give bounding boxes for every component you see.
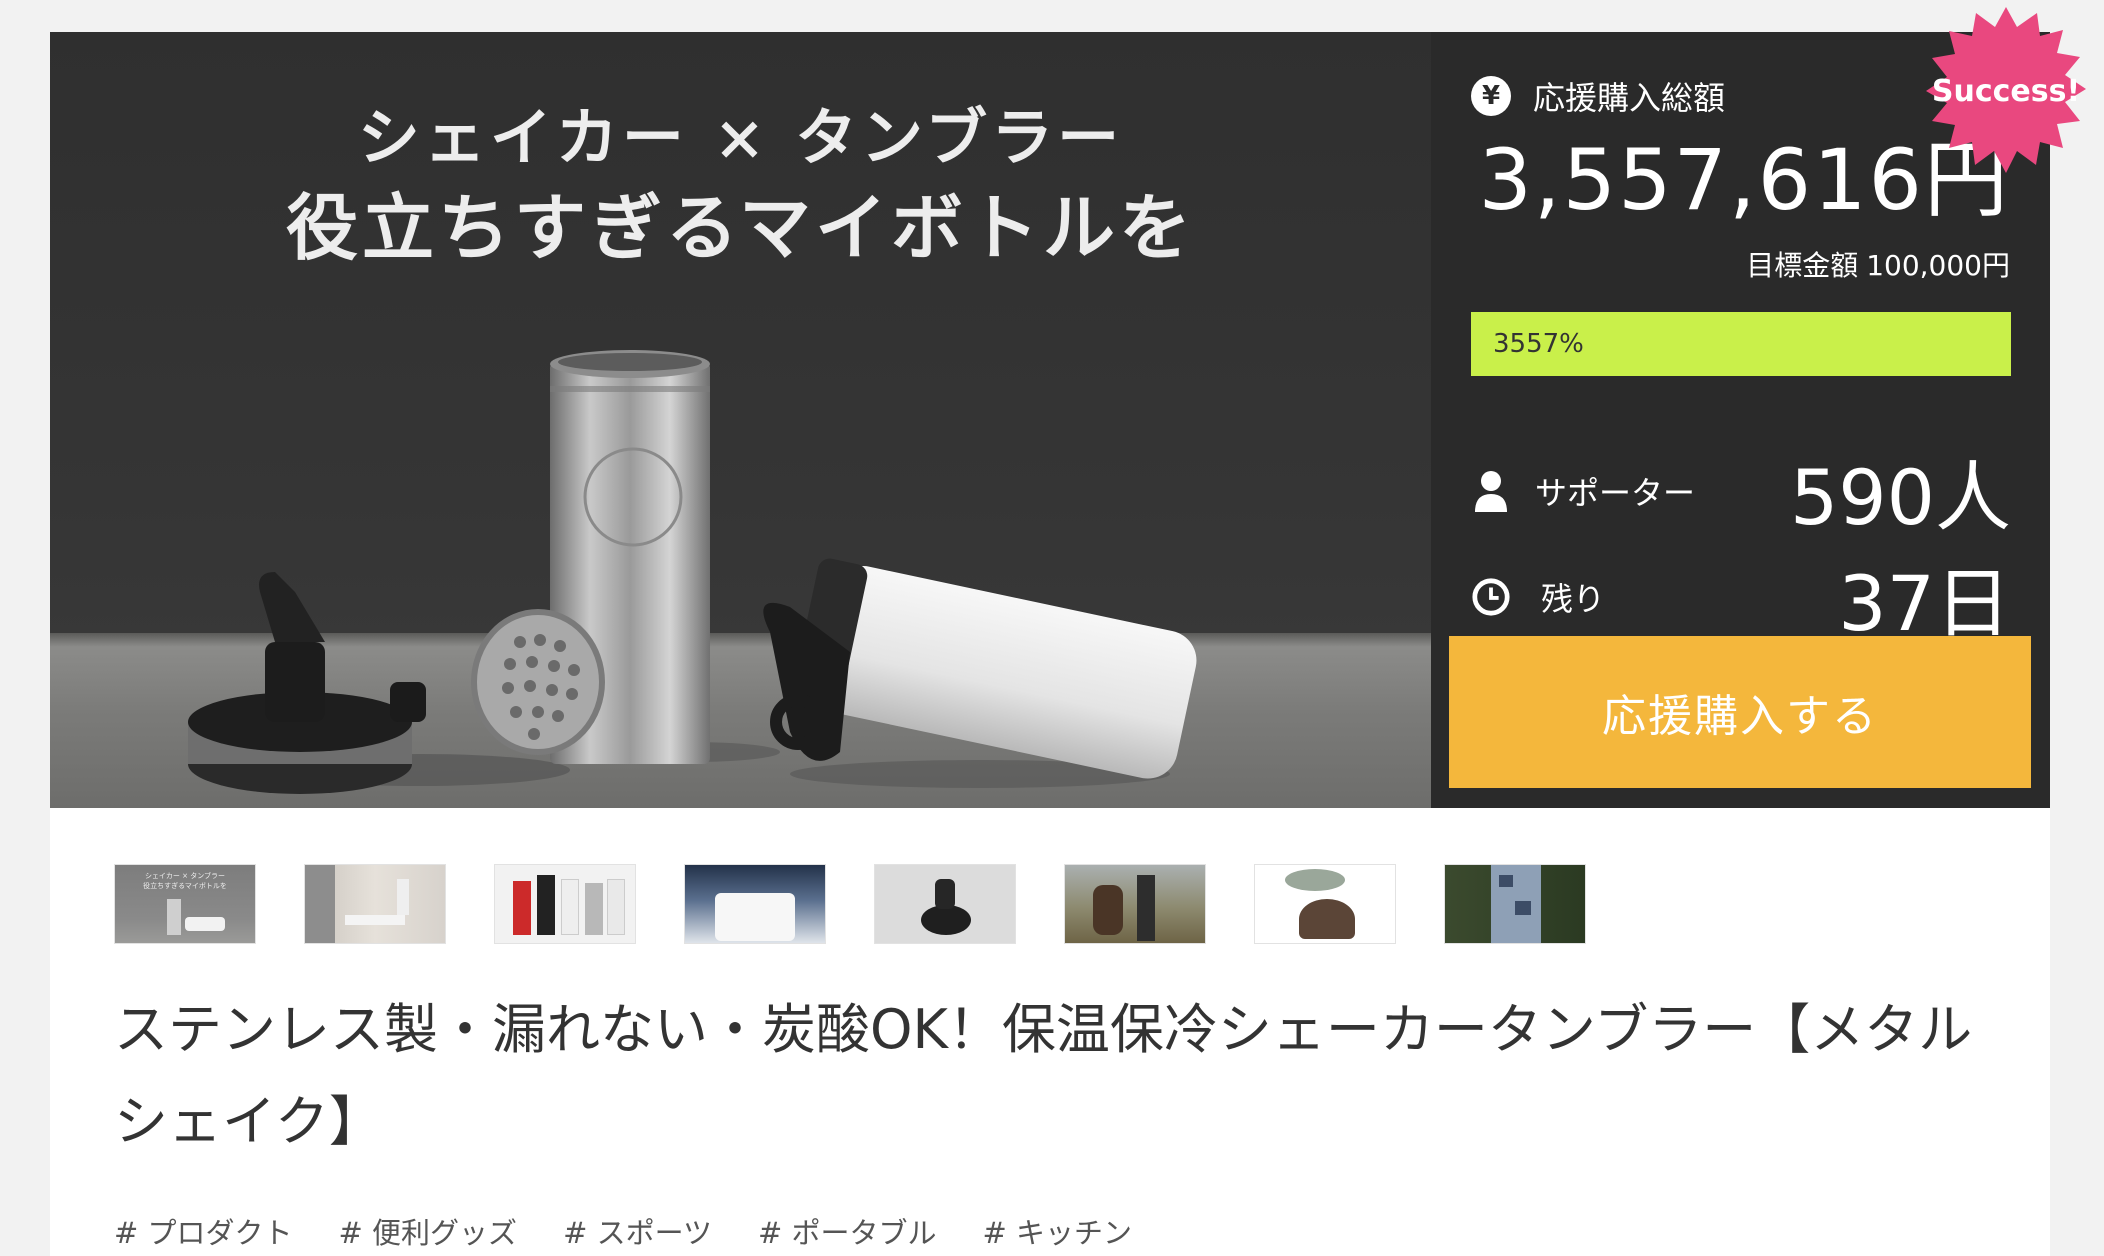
goal-amount: 目標金額 100,000円 <box>1738 244 2010 284</box>
tag-portable[interactable]: # ポータブル <box>758 1210 937 1252</box>
supporters-count: 590人 <box>1789 453 2011 542</box>
tag-gadget[interactable]: # 便利グッズ <box>339 1210 518 1252</box>
hero-line-1: シェイカー × タンブラー <box>357 101 1124 174</box>
thumbnail-strip: シェイカー × タンブラー 役立ちすぎるマイボトルを <box>114 864 1586 944</box>
progress-bar: 3557% <box>1471 312 2011 376</box>
thumbnail-8[interactable] <box>1444 864 1586 944</box>
supporters-row: サポーター 590人 <box>1471 436 2011 546</box>
total-label-row: ¥ 応援購入総額 <box>1471 74 1725 118</box>
thumbnail-1[interactable]: シェイカー × タンブラー 役立ちすぎるマイボトルを <box>114 864 256 944</box>
tag-sports[interactable]: # スポーツ <box>563 1210 712 1252</box>
total-label: 応援購入総額 <box>1533 79 1726 117</box>
thumbnail-1-line-1: シェイカー × タンブラー <box>144 872 226 880</box>
thumbnail-5[interactable] <box>874 864 1016 944</box>
tag-list: # プロダクト # 便利グッズ # スポーツ # ポータブル # キッチン <box>114 1210 1132 1252</box>
thumbnail-6[interactable] <box>1064 864 1206 944</box>
remaining-label: 残り <box>1541 580 1606 618</box>
thumbnail-3[interactable] <box>494 864 636 944</box>
hero-image[interactable]: シェイカー × タンブラー 役立ちすぎるマイボトルを <box>50 32 1431 808</box>
tag-product[interactable]: # プロダクト <box>114 1210 293 1252</box>
hero-copy: シェイカー × タンブラー 役立ちすぎるマイボトルを <box>50 94 1431 274</box>
thumbnail-1-line-2: 役立ちすぎるマイボトルを <box>143 882 227 890</box>
badge-label: Success! <box>1931 73 2081 109</box>
goal-value: 100,000円 <box>1866 249 2010 282</box>
thumbnail-4[interactable] <box>684 864 826 944</box>
yen-icon: ¥ <box>1471 76 1511 116</box>
person-icon <box>1471 469 1511 513</box>
project-card: シェイカー × タンブラー 役立ちすぎるマイボトルを ¥ 応援購入総額 3,55… <box>50 7 2086 1256</box>
thumbnail-7[interactable] <box>1254 864 1396 944</box>
supporters-label: サポーター <box>1535 474 1696 512</box>
hero-line-2: 役立ちすぎるマイボトルを <box>285 185 1196 270</box>
support-purchase-button[interactable]: 応援購入する <box>1449 636 2031 788</box>
success-badge: Success! <box>1920 5 2092 177</box>
progress-percent: 3557% <box>1493 329 1584 359</box>
project-title: ステンレス製・漏れない・炭酸OK！保温保冷シェーカータンブラー【メタルシェイク】 <box>114 998 1973 1153</box>
thumbnail-2[interactable] <box>304 864 446 944</box>
clock-icon <box>1471 575 1511 619</box>
tag-kitchen[interactable]: # キッチン <box>983 1210 1133 1252</box>
goal-label: 目標金額 <box>1746 249 1859 282</box>
